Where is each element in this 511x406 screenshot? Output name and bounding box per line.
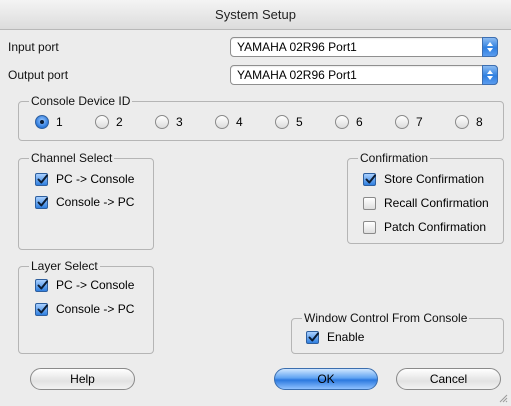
checkbox-box xyxy=(35,195,48,209)
popup-arrows-icon xyxy=(482,37,498,57)
cancel-button-label: Cancel xyxy=(429,372,468,386)
help-button[interactable]: Help xyxy=(30,368,135,390)
window-title: System Setup xyxy=(215,7,296,22)
radio-label: 1 xyxy=(56,115,63,129)
radio-dot xyxy=(395,115,409,129)
radio-dot xyxy=(95,115,109,129)
device-id-radio-6[interactable]: 6 xyxy=(335,115,363,129)
device-id-radio-2[interactable]: 2 xyxy=(95,115,123,129)
title-bar[interactable]: System Setup xyxy=(0,0,511,30)
ok-button-label: OK xyxy=(317,372,335,386)
checkbox-box xyxy=(363,172,376,186)
checkbox-label: PC -> Console xyxy=(56,172,135,186)
radio-dot xyxy=(455,115,469,129)
layer-select-title: Layer Select xyxy=(29,259,100,273)
checkbox-label: Store Confirmation xyxy=(384,172,485,186)
checkbox-box xyxy=(363,220,376,234)
input-port-value: YAMAHA 02R96 Port1 xyxy=(237,40,357,54)
device-id-radio-8[interactable]: 8 xyxy=(455,115,483,129)
radio-label: 2 xyxy=(116,115,123,129)
device-id-radio-3[interactable]: 3 xyxy=(155,115,183,129)
resize-grip-icon[interactable] xyxy=(499,394,508,403)
radio-dot xyxy=(275,115,289,129)
window-control-title: Window Control From Console xyxy=(302,311,470,325)
device-id-radio-1[interactable]: 1 xyxy=(35,115,63,129)
checkbox-box xyxy=(306,330,319,344)
radio-label: 8 xyxy=(476,115,483,129)
device-id-radio-5[interactable]: 5 xyxy=(275,115,303,129)
console-device-id-title: Console Device ID xyxy=(29,94,133,108)
checkbox-box xyxy=(35,278,48,292)
layer-console-to-pc-checkbox[interactable]: Console -> PC xyxy=(35,302,134,316)
checkbox-label: Patch Confirmation xyxy=(384,220,487,234)
device-id-radio-4[interactable]: 4 xyxy=(215,115,243,129)
store-confirmation-checkbox[interactable]: Store Confirmation xyxy=(363,172,484,186)
checkbox-box xyxy=(363,196,376,210)
input-port-select[interactable]: YAMAHA 02R96 Port1 xyxy=(230,37,498,57)
output-port-select[interactable]: YAMAHA 02R96 Port1 xyxy=(230,65,498,85)
output-port-value: YAMAHA 02R96 Port1 xyxy=(237,68,357,82)
checkbox-label: Console -> PC xyxy=(56,195,135,209)
console-device-id-group: Console Device ID xyxy=(18,94,504,141)
radio-label: 5 xyxy=(296,115,303,129)
checkbox-label: Recall Confirmation xyxy=(384,196,489,210)
radio-label: 6 xyxy=(356,115,363,129)
channel-select-title: Channel Select xyxy=(29,151,115,165)
patch-confirmation-checkbox[interactable]: Patch Confirmation xyxy=(363,220,486,234)
cancel-button[interactable]: Cancel xyxy=(396,368,501,390)
checkmark-icon xyxy=(37,280,48,289)
checkbox-label: Console -> PC xyxy=(56,302,135,316)
radio-label: 7 xyxy=(416,115,423,129)
recall-confirmation-checkbox[interactable]: Recall Confirmation xyxy=(363,196,489,210)
checkbox-label: Enable xyxy=(327,330,365,344)
output-port-label: Output port xyxy=(8,68,69,82)
ok-button[interactable]: OK xyxy=(274,368,378,390)
channel-console-to-pc-checkbox[interactable]: Console -> PC xyxy=(35,195,134,209)
system-setup-window: System Setup Input port YAMAHA 02R96 Por… xyxy=(0,0,511,406)
checkmark-icon xyxy=(365,174,376,183)
radio-dot xyxy=(155,115,169,129)
radio-dot xyxy=(335,115,349,129)
layer-pc-to-console-checkbox[interactable]: PC -> Console xyxy=(35,278,134,292)
help-button-label: Help xyxy=(70,372,95,386)
checkmark-icon xyxy=(37,304,48,313)
confirmation-title: Confirmation xyxy=(358,151,431,165)
radio-dot xyxy=(215,115,229,129)
checkmark-icon xyxy=(308,332,319,341)
device-id-radio-7[interactable]: 7 xyxy=(395,115,423,129)
radio-dot xyxy=(35,115,49,129)
channel-pc-to-console-checkbox[interactable]: PC -> Console xyxy=(35,172,134,186)
radio-label: 4 xyxy=(236,115,243,129)
checkmark-icon xyxy=(37,197,48,206)
window-control-enable-checkbox[interactable]: Enable xyxy=(306,330,364,344)
checkbox-label: PC -> Console xyxy=(56,278,135,292)
popup-arrows-icon xyxy=(482,65,498,85)
radio-label: 3 xyxy=(176,115,183,129)
checkbox-box xyxy=(35,172,48,186)
checkmark-icon xyxy=(37,174,48,183)
checkbox-box xyxy=(35,302,48,316)
input-port-label: Input port xyxy=(8,40,59,54)
